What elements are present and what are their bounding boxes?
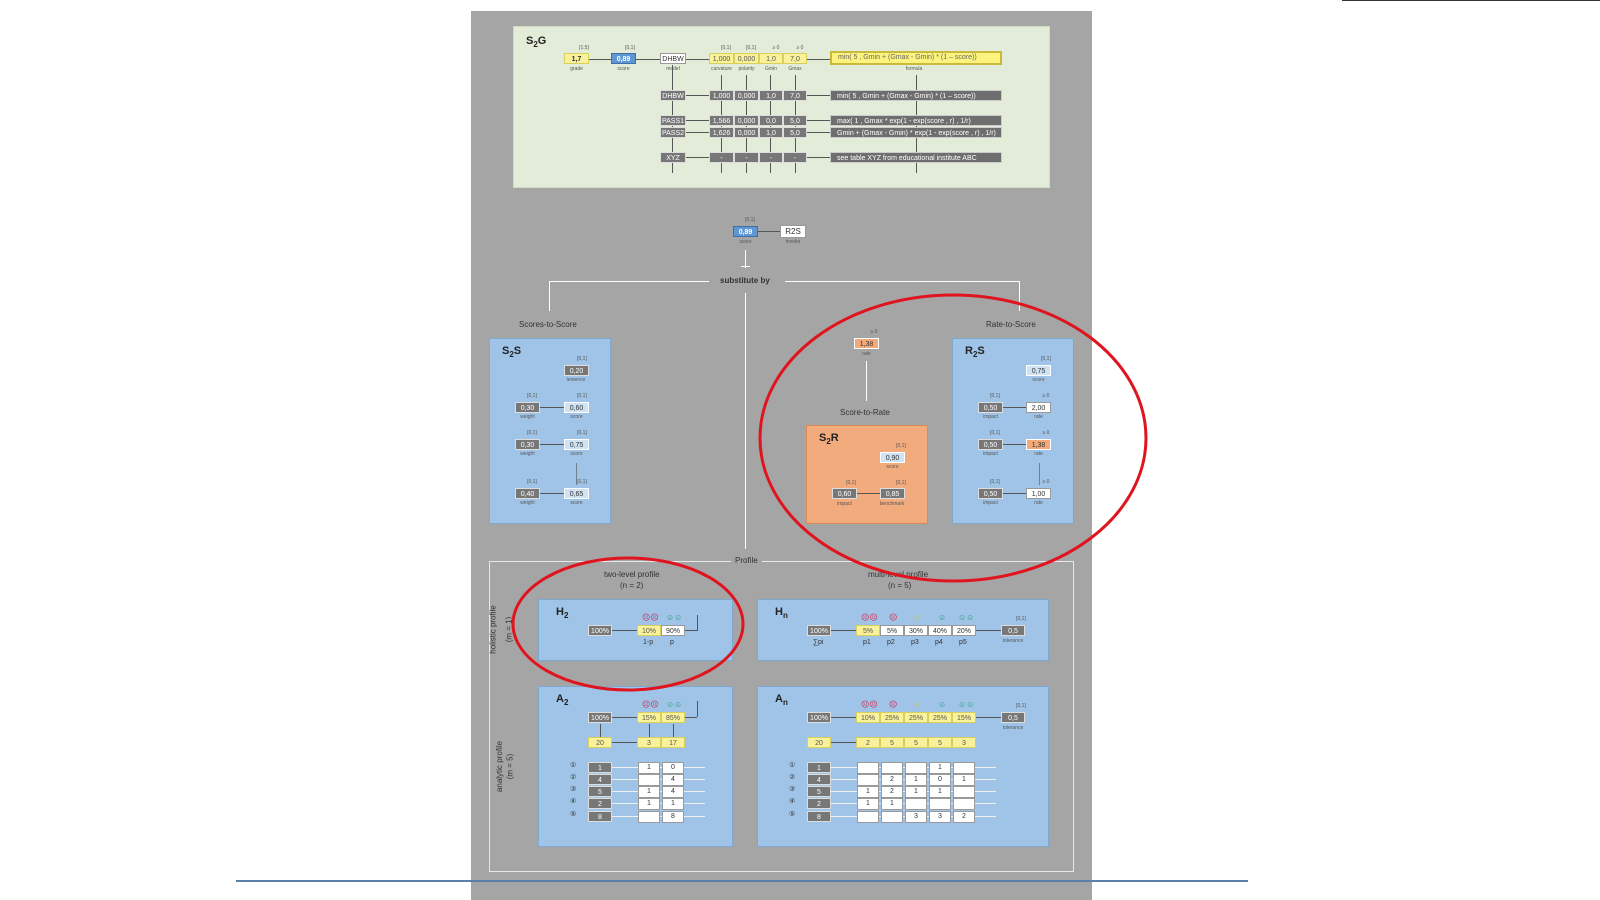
annotation-overlay	[511, 293, 1148, 692]
annotation-circle-rate	[758, 293, 1148, 583]
annotation-circle-h2	[511, 556, 745, 692]
